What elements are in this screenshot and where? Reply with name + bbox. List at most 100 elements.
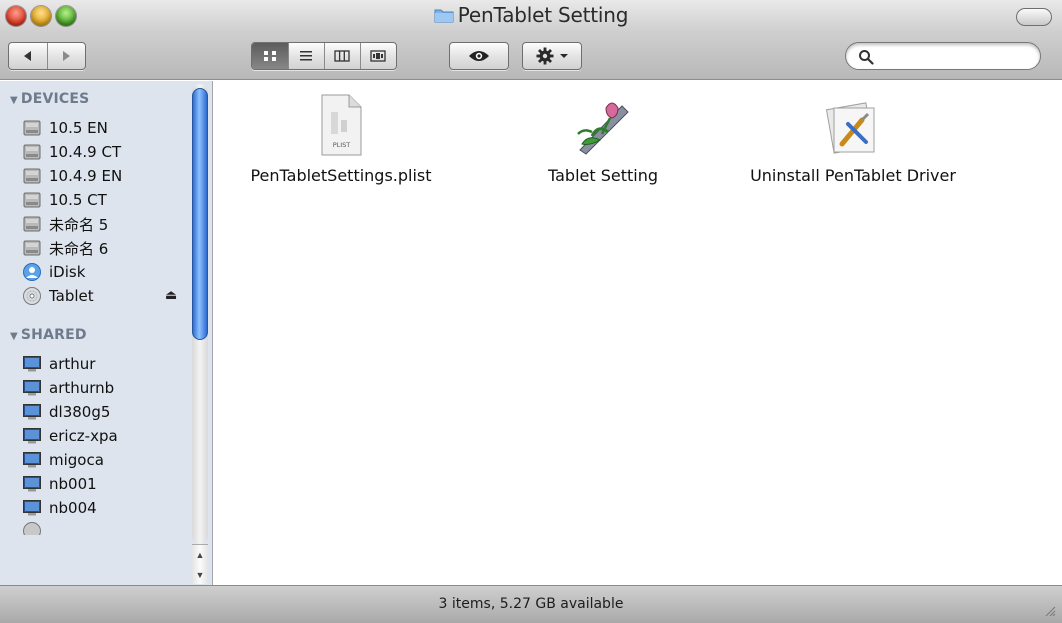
scroll-arrows: ▲ ▼: [192, 544, 208, 584]
sidebar-item-shared[interactable]: nb001: [22, 473, 97, 495]
list-view-icon: [300, 51, 313, 61]
plist-file-icon: PLIST: [321, 94, 362, 156]
sidebar-item-label: nb001: [49, 475, 97, 493]
computer-icon: [23, 404, 41, 420]
sidebar-item-tablet[interactable]: Tablet: [22, 285, 94, 307]
sidebar-item-label: nb004: [49, 499, 97, 517]
sidebar-item-device[interactable]: 10.5 EN: [22, 117, 108, 139]
column-view-icon: [334, 50, 351, 62]
computer-icon: [23, 500, 41, 516]
file-item[interactable]: PLIST PenTabletSettings.plist: [221, 94, 461, 185]
sidebar-item-shared[interactable]: arthurnb: [22, 377, 114, 399]
hard-disk-icon: [23, 144, 41, 160]
sidebar: ▼ DEVICES 10.5 EN 10.4.9 CT 10.4.9 EN 10.…: [0, 81, 213, 585]
file-name: PenTabletSettings.plist: [250, 166, 432, 185]
status-bar: 3 items, 5.27 GB available: [0, 585, 1062, 623]
sidebar-item-label: arthurnb: [49, 379, 115, 397]
network-icon: [23, 522, 41, 535]
forward-arrow-icon: [63, 51, 71, 61]
sidebar-item-cut-off[interactable]: [22, 521, 49, 535]
forward-button[interactable]: [46, 43, 85, 69]
eject-icon[interactable]: ⏏: [165, 287, 177, 303]
icon-view-button[interactable]: [252, 43, 288, 69]
sidebar-item-label: migoca: [49, 451, 104, 469]
list-view-button[interactable]: [287, 43, 324, 69]
quick-look-button[interactable]: [449, 42, 509, 70]
sidebar-item-label: 10.5 EN: [49, 119, 108, 137]
coverflow-view-icon: [370, 50, 387, 62]
sidebar-item-label: iDisk: [49, 263, 86, 281]
eye-icon: [469, 51, 489, 61]
sidebar-item-label: 未命名 6: [49, 239, 109, 258]
search-icon: [859, 50, 874, 65]
sidebar-item-label: ericz-xpa: [49, 427, 118, 445]
toolbar-toggle-button[interactable]: [1016, 8, 1052, 26]
sidebar-item-label: 10.5 CT: [49, 191, 107, 209]
chevron-down-icon: [560, 54, 568, 58]
hard-disk-icon: [23, 192, 41, 208]
window-title: PenTablet Setting: [0, 3, 1062, 27]
computer-icon: [23, 356, 41, 372]
hard-disk-icon: [23, 168, 41, 184]
sidebar-item-label: 未命名 5: [49, 215, 109, 234]
finder-window: PenTablet Setting ▼ DEVICES 10.5 EN 10.4…: [0, 0, 1062, 623]
sidebar-item-shared[interactable]: migoca: [22, 449, 104, 471]
icon-view-icon: [263, 51, 276, 61]
sidebar-item-shared[interactable]: nb004: [22, 497, 97, 519]
window-title-text: PenTablet Setting: [457, 3, 629, 27]
file-name: Uninstall PenTablet Driver: [750, 166, 956, 185]
devices-section-header[interactable]: ▼ DEVICES: [10, 91, 89, 107]
hard-disk-icon: [23, 216, 41, 232]
gear-icon: [536, 47, 554, 65]
shared-header-label: SHARED: [20, 327, 87, 343]
status-text: 3 items, 5.27 GB available: [438, 596, 624, 612]
file-browser-content: PLIST PenTabletSettings.plist Tablet Set…: [214, 81, 1062, 585]
back-button[interactable]: [9, 43, 47, 69]
back-arrow-icon: [23, 51, 31, 61]
shared-section-header[interactable]: ▼ SHARED: [10, 327, 87, 343]
toolbar: PenTablet Setting: [0, 0, 1062, 80]
file-item[interactable]: Tablet Setting: [483, 94, 723, 185]
sidebar-item-label: Tablet: [49, 287, 94, 305]
scroll-thumb[interactable]: [192, 88, 208, 340]
hard-disk-icon: [23, 120, 41, 136]
sidebar-item-device[interactable]: 10.4.9 EN: [22, 165, 122, 187]
sidebar-item-shared[interactable]: ericz-xpa: [22, 425, 118, 447]
sidebar-item-device[interactable]: 10.5 CT: [22, 189, 107, 211]
disclosure-triangle-icon: ▼: [10, 95, 18, 106]
computer-icon: [23, 380, 41, 396]
sidebar-item-label: 10.4.9 CT: [49, 143, 122, 161]
cd-icon: [23, 287, 41, 305]
scroll-up-arrow-icon[interactable]: ▲: [192, 545, 208, 565]
sidebar-item-device[interactable]: 10.4.9 CT: [22, 141, 121, 163]
navigation-buttons: [8, 42, 86, 70]
devices-header-label: DEVICES: [20, 91, 90, 107]
sidebar-item-label: dl380g5: [49, 403, 111, 421]
hard-disk-icon: [23, 240, 41, 256]
tablet-setting-app-icon: [577, 102, 629, 155]
view-mode-selector: [251, 42, 397, 70]
file-name: Tablet Setting: [547, 166, 659, 185]
search-field[interactable]: [845, 42, 1041, 70]
resize-grip-icon[interactable]: [1044, 605, 1056, 617]
coverflow-view-button[interactable]: [359, 43, 396, 69]
sidebar-item-device[interactable]: 未命名 6: [22, 237, 108, 259]
action-menu-button[interactable]: [522, 42, 582, 70]
uninstaller-app-icon: [825, 102, 875, 154]
sidebar-item-label: arthur: [49, 355, 96, 373]
computer-icon: [23, 452, 41, 468]
computer-icon: [23, 476, 41, 492]
scroll-down-arrow-icon[interactable]: ▼: [192, 565, 208, 585]
idisk-icon: [23, 263, 41, 281]
sidebar-item-shared[interactable]: dl380g5: [22, 401, 110, 423]
sidebar-scrollbar[interactable]: ▲ ▼: [190, 84, 210, 584]
folder-icon: [434, 9, 454, 23]
sidebar-item-device[interactable]: 未命名 5: [22, 213, 108, 235]
plist-badge: PLIST: [333, 141, 351, 149]
sidebar-item-label: 10.4.9 EN: [49, 167, 123, 185]
file-item[interactable]: Uninstall PenTablet Driver: [733, 94, 973, 185]
column-view-button[interactable]: [323, 43, 360, 69]
disclosure-triangle-icon: ▼: [10, 331, 18, 342]
sidebar-item-shared[interactable]: arthur: [22, 353, 95, 375]
sidebar-item-idisk[interactable]: iDisk: [22, 261, 85, 283]
